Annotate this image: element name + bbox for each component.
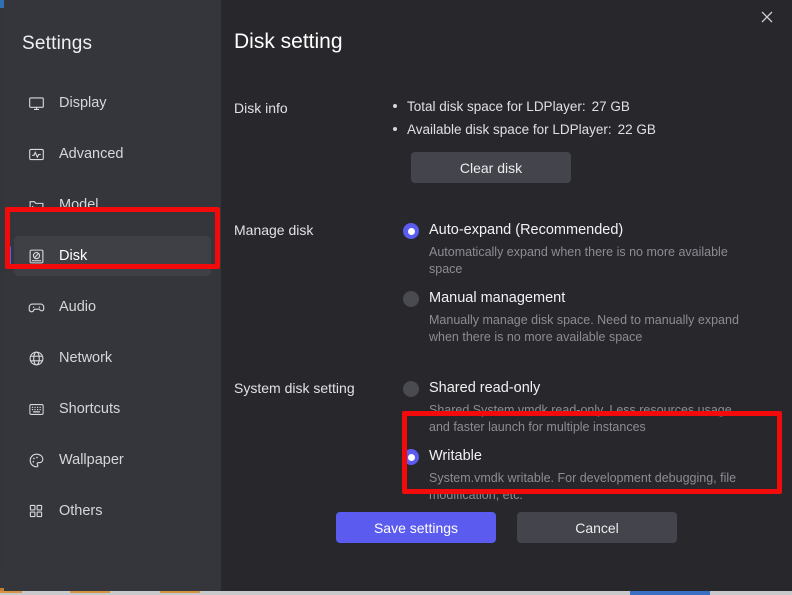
- radio-icon: [403, 381, 419, 397]
- save-settings-button[interactable]: Save settings: [336, 512, 496, 543]
- sidebar-item-display[interactable]: Display: [14, 83, 211, 123]
- sidebar-item-disk[interactable]: Disk: [8, 236, 211, 276]
- manage-disk-label: Manage disk: [234, 222, 314, 238]
- radio-manual-management[interactable]: Manual management Manually manage disk s…: [393, 289, 792, 345]
- radio-icon: [403, 291, 419, 307]
- disk-info-total: Total disk space for LDPlayer: 27 GB: [393, 99, 792, 114]
- manage-disk-row: Manage disk Auto-expand (Recommended) Au…: [221, 221, 792, 357]
- sidebar-item-wallpaper[interactable]: Wallpaper: [14, 440, 211, 480]
- disk-info-available: Available disk space for LDPlayer: 22 GB: [393, 122, 792, 137]
- radio-shared-read-only-desc: Shared System.vmdk read-only. Less resou…: [429, 403, 732, 434]
- sidebar-item-label: Disk: [59, 248, 88, 264]
- palette-icon: [26, 450, 46, 470]
- radio-writable-title: Writable: [429, 448, 482, 464]
- monitor-icon: [26, 93, 46, 113]
- globe-icon: [26, 348, 46, 368]
- settings-content: Disk setting Disk info Total disk space …: [221, 0, 792, 591]
- disk-info-available-value: 22 GB: [617, 122, 656, 137]
- disk-info-available-text: Available disk space for LDPlayer:: [407, 122, 612, 137]
- dialog-footer: Save settings Cancel: [221, 512, 792, 543]
- sidebar-item-label: Shortcuts: [59, 401, 121, 417]
- radio-manual-management-desc: Manually manage disk space. Need to manu…: [429, 313, 739, 344]
- settings-sidebar: Settings Display Advanced Model Disk Aud…: [4, 0, 221, 591]
- radio-writable-desc: System.vmdk writable. For development de…: [429, 471, 737, 502]
- sidebar-item-label: Model: [59, 197, 99, 213]
- sidebar-item-network[interactable]: Network: [14, 338, 211, 378]
- radio-shared-read-only-title: Shared read-only: [429, 380, 541, 396]
- sidebar-item-others[interactable]: Others: [14, 491, 211, 531]
- background-accent-right: [420, 591, 792, 595]
- system-disk-setting-label: System disk setting: [234, 380, 355, 396]
- system-disk-setting-body: Shared read-only Shared System.vmdk read…: [393, 379, 792, 515]
- disk-info-body: Total disk space for LDPlayer: 27 GB Ava…: [393, 99, 792, 183]
- clear-disk-button[interactable]: Clear disk: [411, 152, 571, 183]
- settings-dialog: Settings Display Advanced Model Disk Aud…: [4, 0, 792, 591]
- sidebar-item-label: Wallpaper: [59, 452, 124, 468]
- sidebar-item-audio[interactable]: Audio: [14, 287, 211, 327]
- grid-icon: [26, 501, 46, 521]
- pulse-icon: [26, 144, 46, 164]
- disk-info-label: Disk info: [234, 100, 288, 116]
- radio-auto-expand-title: Auto-expand (Recommended): [429, 222, 624, 238]
- sidebar-item-label: Advanced: [59, 146, 124, 162]
- gamepad-icon: [26, 297, 46, 317]
- system-disk-setting-row: System disk setting Shared read-only Sha…: [221, 379, 792, 515]
- radio-icon: [403, 223, 419, 239]
- disk-info-total-value: 27 GB: [591, 99, 630, 114]
- disk-info-total-text: Total disk space for LDPlayer:: [407, 99, 586, 114]
- radio-icon: [403, 449, 419, 465]
- keyboard-icon: [26, 399, 46, 419]
- sidebar-item-label: Network: [59, 350, 113, 366]
- bullet-icon: [393, 104, 397, 108]
- cancel-button[interactable]: Cancel: [517, 512, 677, 543]
- radio-manual-management-title: Manual management: [429, 290, 566, 306]
- sidebar-item-model[interactable]: Model: [14, 185, 211, 225]
- settings-title: Settings: [22, 33, 93, 54]
- folder-icon: [26, 195, 46, 215]
- radio-auto-expand-desc: Automatically expand when there is no mo…: [429, 245, 728, 276]
- sidebar-nav: Display Advanced Model Disk Audio Networ…: [4, 83, 221, 531]
- page-title: Disk setting: [234, 30, 343, 53]
- disk-icon: [26, 246, 46, 266]
- radio-shared-read-only[interactable]: Shared read-only Shared System.vmdk read…: [393, 379, 792, 435]
- sidebar-item-label: Others: [59, 503, 103, 519]
- close-icon[interactable]: [754, 4, 780, 30]
- manage-disk-body: Auto-expand (Recommended) Automatically …: [393, 221, 792, 357]
- bullet-icon: [393, 127, 397, 131]
- sidebar-item-label: Audio: [59, 299, 97, 315]
- sidebar-item-shortcuts[interactable]: Shortcuts: [14, 389, 211, 429]
- sidebar-item-label: Display: [59, 95, 107, 111]
- radio-auto-expand[interactable]: Auto-expand (Recommended) Automatically …: [393, 221, 792, 277]
- disk-info-row: Disk info Total disk space for LDPlayer:…: [221, 99, 792, 183]
- sidebar-item-advanced[interactable]: Advanced: [14, 134, 211, 174]
- radio-writable[interactable]: Writable System.vmdk writable. For devel…: [393, 447, 792, 503]
